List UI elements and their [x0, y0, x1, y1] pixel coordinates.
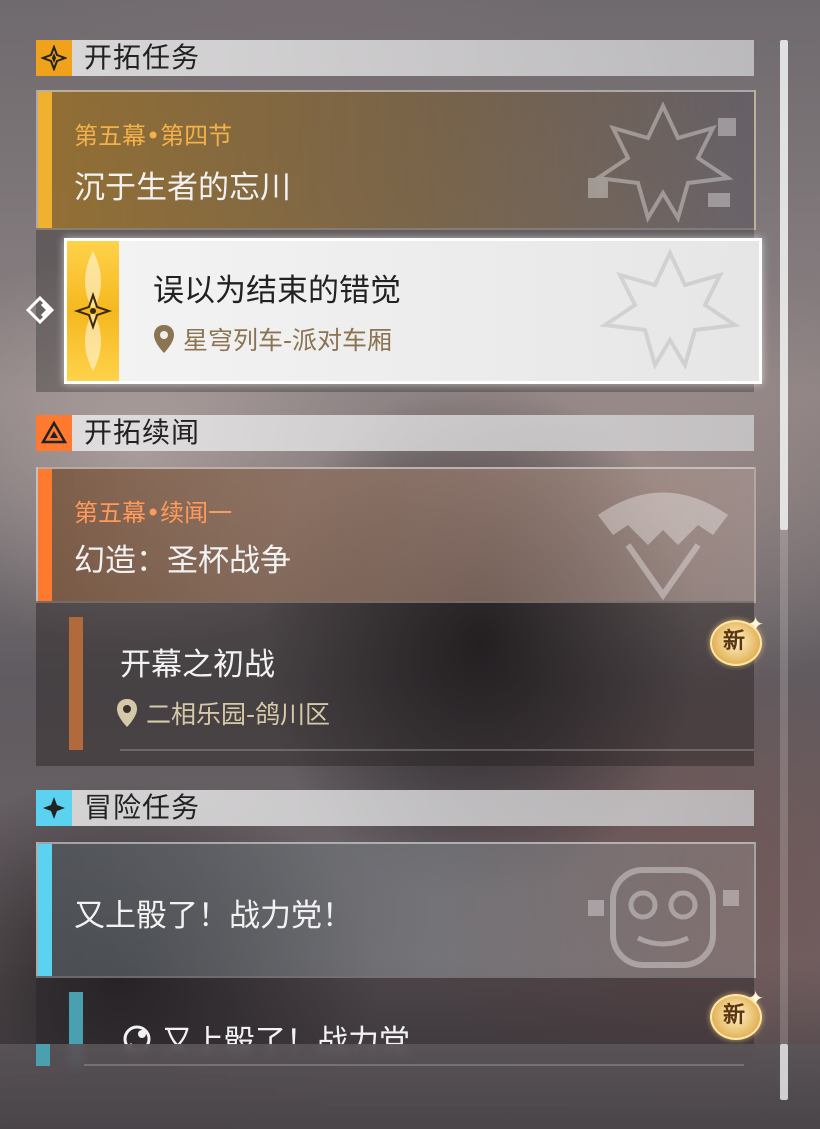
mission-card-main[interactable]: 第五幕•第四节 沉于生者的忘川 [36, 90, 756, 230]
scrollbar-track-lower[interactable] [780, 1044, 788, 1100]
scrollbar-thumb[interactable] [780, 40, 788, 530]
new-badge: 新 ✦ [708, 612, 764, 666]
mission-name: 沉于生者的忘川 [74, 170, 291, 206]
sub-mission-name: 误以为结束的错觉 [153, 273, 401, 309]
location-pin-icon [117, 699, 137, 727]
section-title: 开拓任务 [84, 41, 201, 74]
sub-mission-name: 开幕之初战 [120, 647, 275, 683]
mission-type-bar [69, 617, 83, 750]
sub-mission-location: 星穹列车-派对车厢 [153, 321, 392, 357]
sub-mission-card[interactable]: 开幕之初战 二相乐园-鸽川区 [36, 601, 754, 761]
double-chevron-icon [25, 295, 55, 325]
mission-name: 幻造：圣杯战争 [74, 543, 291, 579]
section-title: 开拓续闻 [84, 416, 201, 449]
faction-emblem-icon [598, 492, 728, 601]
sub-mission-location: 二相乐园-鸽川区 [116, 695, 330, 731]
section-header-trailblaze[interactable]: 开拓任务 [36, 40, 754, 76]
mission-name: 又上骰了！战力党！ [74, 898, 353, 934]
faction-emblem-icon [599, 248, 741, 370]
frog-emblem-icon [588, 867, 739, 968]
selection-indicator [24, 294, 64, 330]
mission-type-bar [36, 1044, 50, 1066]
mission-card-main[interactable]: 又上骰了！战力党！ [36, 842, 756, 978]
card-accent [38, 92, 52, 228]
faction-emblem-icon [588, 101, 736, 223]
mission-card-main[interactable]: 第五幕•续闻一 幻造：圣杯战争 [36, 467, 756, 603]
mission-chapter: 第五幕•第四节 [74, 122, 233, 150]
new-badge: 新 ✦ [708, 986, 764, 1040]
card-accent [38, 844, 52, 976]
location-text: 二相乐园-鸽川区 [146, 700, 331, 729]
section-title: 冒险任务 [84, 791, 201, 824]
bottom-fade-overlay [0, 1044, 820, 1129]
section-header-adventure[interactable]: 冒险任务 [36, 790, 754, 826]
card-accent [38, 469, 52, 601]
location-pin-icon [154, 325, 174, 353]
sparkle-icon: ✦ [747, 612, 764, 636]
sub-mission-card-selected[interactable]: 误以为结束的错觉 星穹列车-派对车厢 [64, 238, 762, 384]
location-text: 星穹列车-派对车厢 [183, 326, 393, 355]
four-point-star-icon [36, 790, 72, 826]
triangle-icon [36, 415, 72, 451]
divider [84, 1064, 744, 1066]
section-header-companion[interactable]: 开拓续闻 [36, 415, 754, 451]
divider [120, 749, 754, 751]
trailblaze-star-icon [73, 251, 113, 371]
trailblaze-diamond-icon [36, 40, 72, 76]
sparkle-icon: ✦ [747, 986, 764, 1010]
mission-chapter: 第五幕•续闻一 [74, 499, 233, 527]
mission-type-strip [67, 241, 119, 381]
